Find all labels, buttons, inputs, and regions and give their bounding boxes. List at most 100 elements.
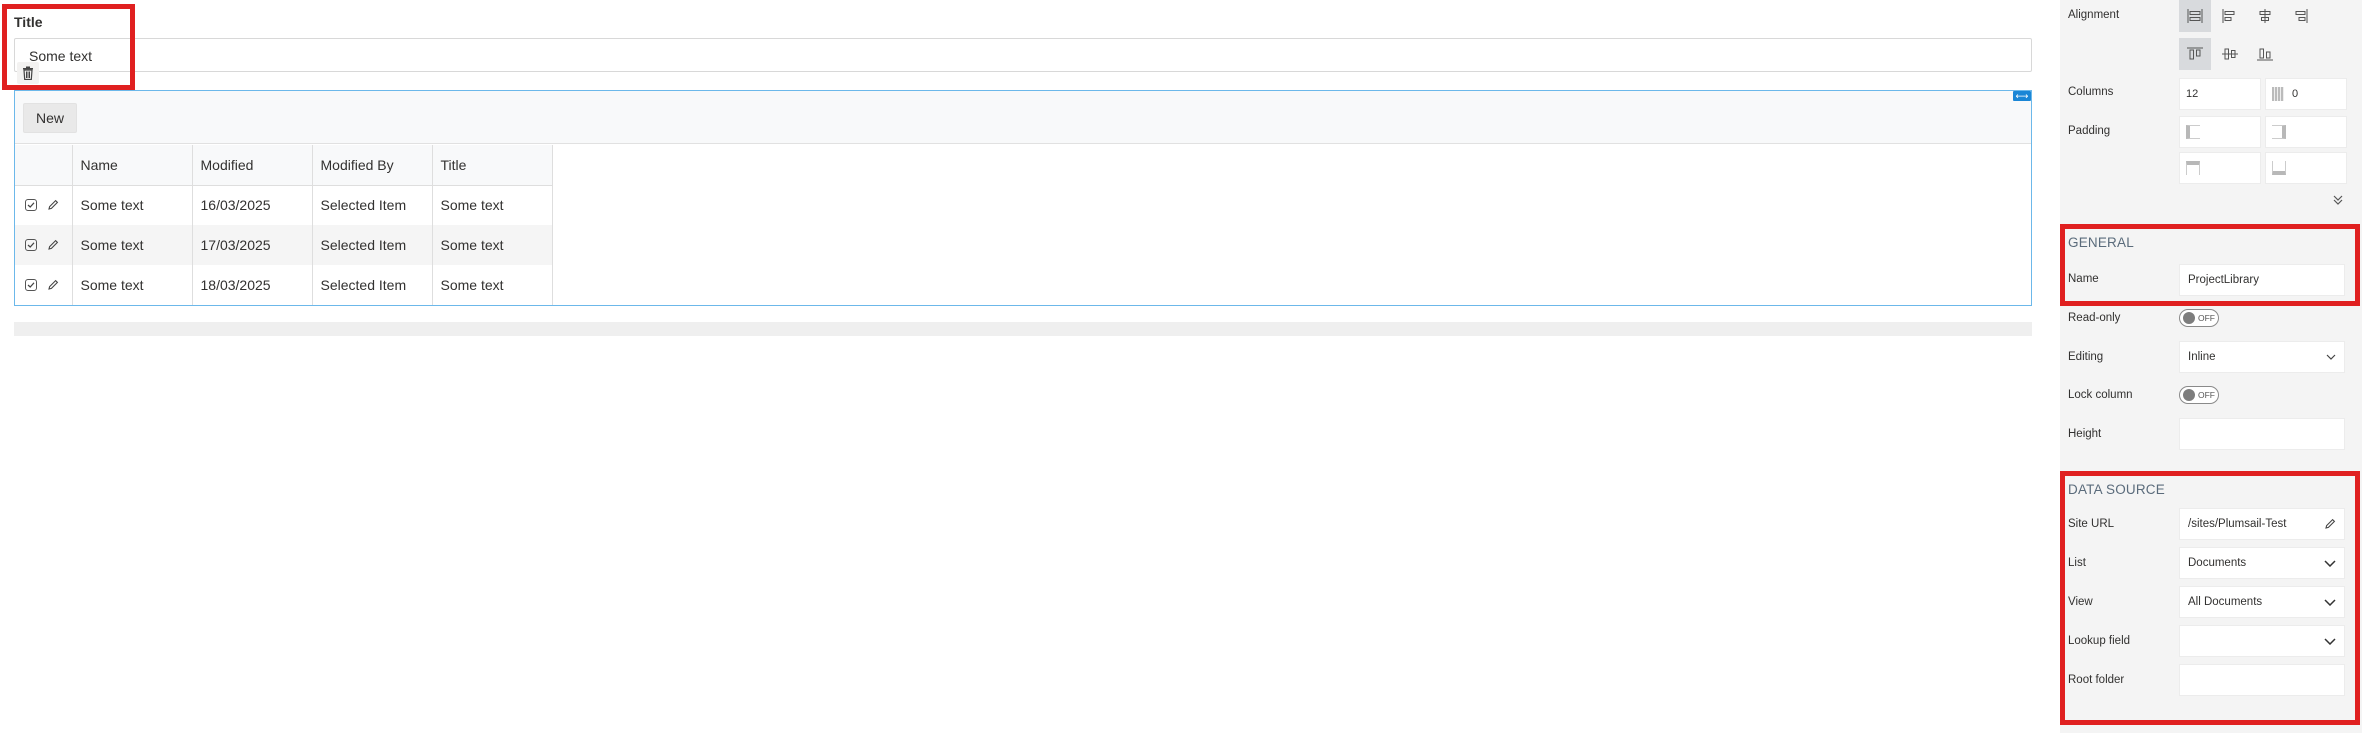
editing-dropdown[interactable]: Inline xyxy=(2179,341,2345,373)
valign-top-icon xyxy=(2187,47,2203,60)
lock-column-state: OFF xyxy=(2198,390,2215,400)
table-row[interactable]: Some text 17/03/2025 Selected Item Some … xyxy=(15,225,553,265)
view-dropdown[interactable]: All Documents xyxy=(2179,586,2345,618)
height-input[interactable] xyxy=(2179,418,2345,450)
properties-panel: Alignment Columns 12 0 Padding GENERAL N… xyxy=(2060,0,2362,733)
offset-icon xyxy=(2272,87,2284,101)
checkbox-icon[interactable] xyxy=(25,279,37,291)
resize-handle-icon[interactable]: ⟷ xyxy=(2013,91,2031,101)
pencil-icon[interactable] xyxy=(47,199,59,211)
title-input[interactable]: Some text xyxy=(14,38,2032,72)
readonly-state: OFF xyxy=(2198,313,2215,323)
padding-label: Padding xyxy=(2068,125,2111,137)
grid-toolbar: New xyxy=(15,91,2031,144)
new-button[interactable]: New xyxy=(23,103,77,133)
lock-column-label: Lock column xyxy=(2068,389,2133,401)
pencil-icon[interactable] xyxy=(2324,518,2336,530)
align-stretch-icon xyxy=(2187,9,2203,23)
editing-value: Inline xyxy=(2188,351,2216,363)
align-right-icon xyxy=(2295,9,2308,23)
cell-title: Some text xyxy=(432,185,553,225)
grid-header-row: Name Modified Modified By Title xyxy=(15,145,553,185)
name-label: Name xyxy=(2068,273,2099,285)
list-dropdown[interactable]: Documents xyxy=(2179,547,2345,579)
cell-name: Some text xyxy=(72,265,193,305)
general-section-title: GENERAL xyxy=(2068,235,2134,250)
site-url-input[interactable]: /sites/Plumsail-Test xyxy=(2179,508,2345,540)
padding-left-input[interactable] xyxy=(2179,116,2261,148)
valign-bottom-icon xyxy=(2257,48,2273,61)
root-folder-input[interactable] xyxy=(2179,664,2345,696)
expand-more-button[interactable] xyxy=(2326,188,2350,212)
padding-top-icon xyxy=(2186,161,2200,175)
checkbox-icon[interactable] xyxy=(25,199,37,212)
double-chevron-down-icon xyxy=(2333,195,2343,205)
chevron-down-icon xyxy=(2324,598,2336,606)
align-center-icon xyxy=(2259,9,2271,23)
editing-label: Editing xyxy=(2068,351,2104,363)
delete-button[interactable] xyxy=(17,62,39,84)
column-header-modified-by[interactable]: Modified By xyxy=(312,145,433,185)
valign-bottom-button[interactable] xyxy=(2249,38,2281,70)
row-actions xyxy=(15,185,73,225)
padding-top-input[interactable] xyxy=(2179,152,2261,184)
toggle-knob xyxy=(2183,312,2195,324)
valign-middle-button[interactable] xyxy=(2214,38,2246,70)
align-left-icon xyxy=(2222,9,2235,23)
trash-icon xyxy=(23,66,33,80)
list-value: Documents xyxy=(2188,557,2247,569)
padding-left-icon xyxy=(2186,125,2200,139)
pencil-icon[interactable] xyxy=(47,239,59,251)
cell-modified: 18/03/2025 xyxy=(192,265,313,305)
lock-column-toggle[interactable]: OFF xyxy=(2179,386,2219,404)
columns-label: Columns xyxy=(2068,86,2114,98)
row-actions xyxy=(15,265,73,305)
height-label: Height xyxy=(2068,428,2102,440)
readonly-toggle[interactable]: OFF xyxy=(2179,309,2219,327)
cell-title: Some text xyxy=(432,225,553,265)
list-label: List xyxy=(2068,557,2086,569)
chevron-down-icon xyxy=(2324,559,2336,567)
cell-modified-by: Selected Item xyxy=(312,265,433,305)
site-url-label: Site URL xyxy=(2068,518,2115,530)
column-header-modified[interactable]: Modified xyxy=(192,145,313,185)
align-right-button[interactable] xyxy=(2284,0,2316,32)
offset-input[interactable]: 0 xyxy=(2265,78,2347,110)
column-header-name[interactable]: Name xyxy=(72,145,193,185)
padding-bottom-icon xyxy=(2272,161,2286,175)
align-stretch-button[interactable] xyxy=(2179,0,2211,32)
actions-header xyxy=(15,145,73,185)
horizontal-scrollbar[interactable] xyxy=(14,322,2032,336)
view-label: View xyxy=(2068,596,2093,608)
cell-title: Some text xyxy=(432,265,553,305)
site-url-value: /sites/Plumsail-Test xyxy=(2188,518,2287,530)
toggle-knob xyxy=(2183,389,2195,401)
form-canvas: Title Some text New ⟷ Name Modified Modi… xyxy=(0,0,2055,733)
padding-right-icon xyxy=(2272,125,2286,139)
lookup-field-dropdown[interactable] xyxy=(2179,625,2345,657)
name-input[interactable]: ProjectLibrary xyxy=(2179,264,2345,296)
cell-modified-by: Selected Item xyxy=(312,185,433,225)
table-row[interactable]: Some text 18/03/2025 Selected Item Some … xyxy=(15,265,553,305)
pencil-icon[interactable] xyxy=(47,279,59,291)
align-center-button[interactable] xyxy=(2249,0,2281,32)
view-value: All Documents xyxy=(2188,596,2263,608)
cell-name: Some text xyxy=(72,225,193,265)
valign-top-button[interactable] xyxy=(2179,38,2211,70)
title-field-label: Title xyxy=(14,14,43,30)
column-header-title[interactable]: Title xyxy=(432,145,553,185)
name-value: ProjectLibrary xyxy=(2188,274,2259,286)
checkbox-icon[interactable] xyxy=(25,239,37,251)
datasource-section-title: DATA SOURCE xyxy=(2068,482,2165,497)
align-left-button[interactable] xyxy=(2214,0,2246,32)
padding-right-input[interactable] xyxy=(2265,116,2347,148)
padding-bottom-input[interactable] xyxy=(2265,152,2347,184)
library-grid[interactable]: New ⟷ Name Modified Modified By Title So… xyxy=(14,90,2032,306)
lookup-field-label: Lookup field xyxy=(2068,635,2131,647)
table-row[interactable]: Some text 16/03/2025 Selected Item Some … xyxy=(15,185,553,225)
alignment-label: Alignment xyxy=(2068,9,2120,21)
row-actions xyxy=(15,225,73,265)
cell-modified: 16/03/2025 xyxy=(192,185,313,225)
columns-input[interactable]: 12 xyxy=(2179,78,2261,110)
chevron-down-icon xyxy=(2326,354,2336,360)
